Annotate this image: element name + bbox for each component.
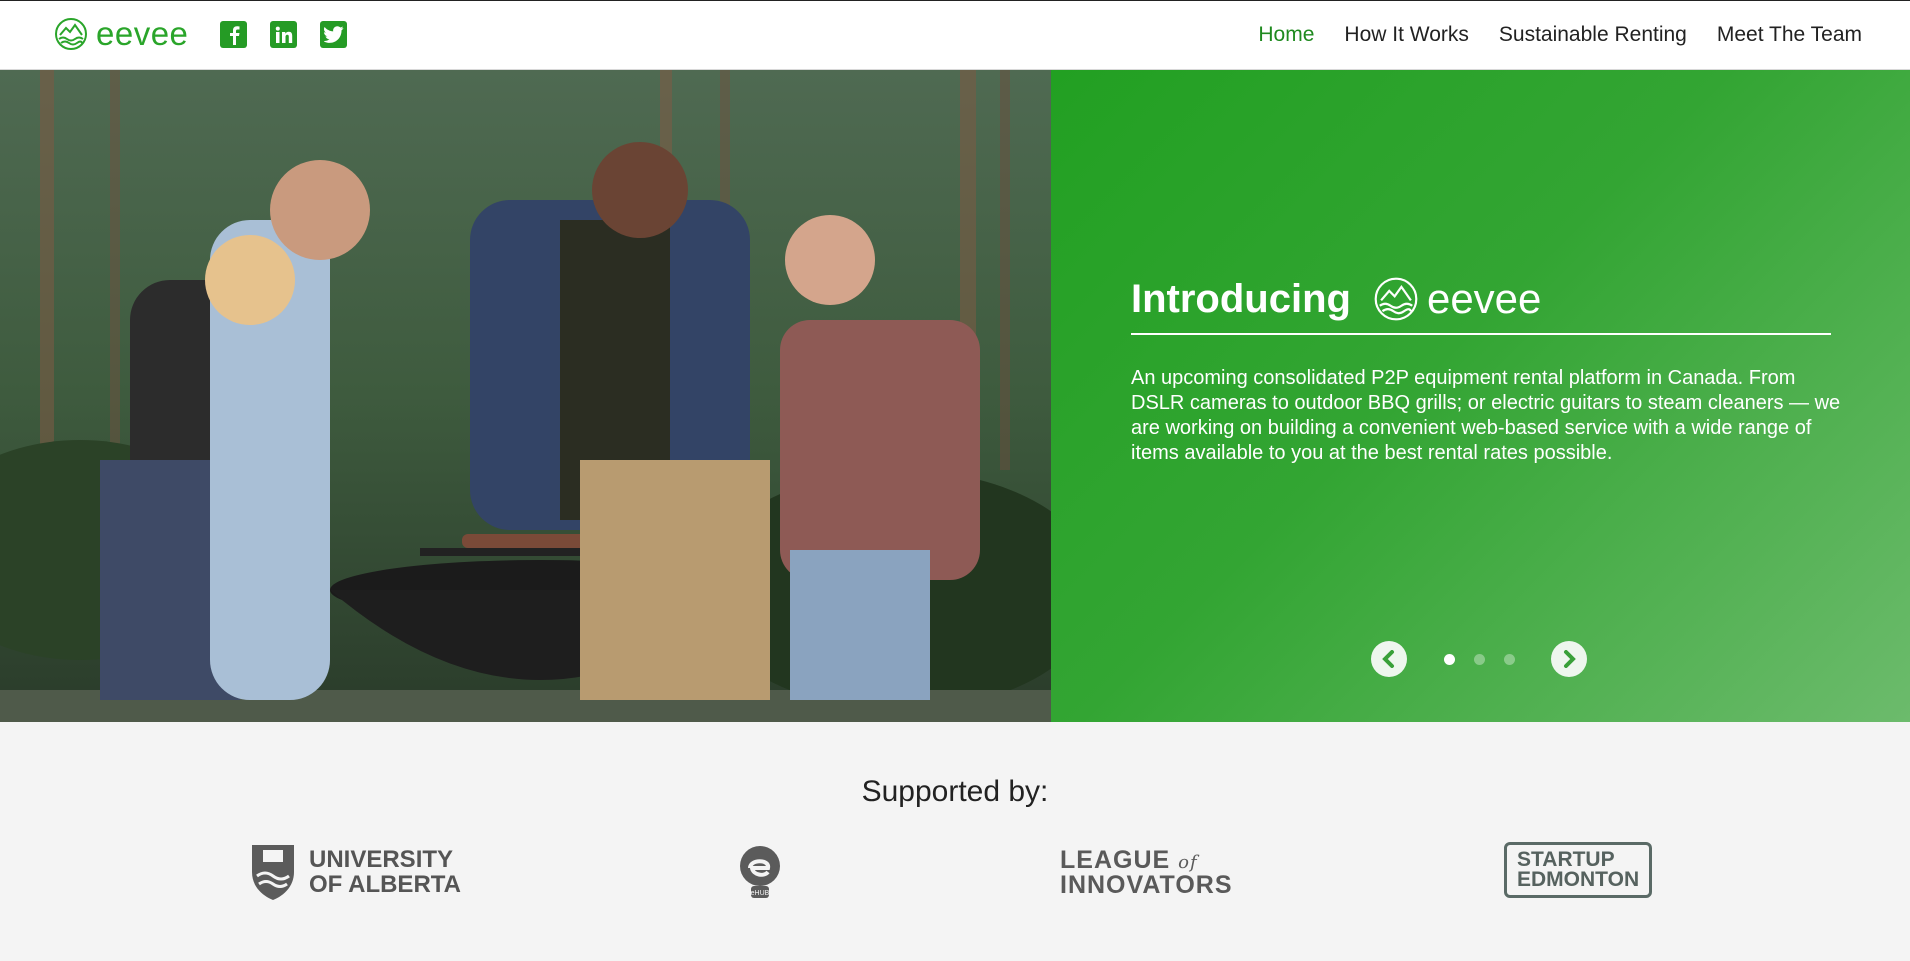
linkedin-icon[interactable] — [270, 21, 297, 48]
ua-line-1: UNIVERSITY — [309, 846, 454, 873]
startup-line-2: EDMONTON — [1517, 868, 1640, 891]
brand-logo[interactable]: eevee — [54, 15, 188, 53]
nav-how-it-works[interactable]: How It Works — [1344, 23, 1468, 47]
heading-divider — [1131, 333, 1831, 335]
main-nav: Home How It Works Sustainable Renting Me… — [1258, 23, 1862, 47]
carousel-dot-1[interactable] — [1444, 653, 1455, 665]
facebook-icon[interactable] — [220, 21, 247, 48]
carousel-dot-2[interactable] — [1474, 653, 1485, 665]
nav-home[interactable]: Home — [1258, 23, 1314, 47]
hero-carousel: Introducing eevee An upcoming consolidat… — [0, 70, 1910, 722]
shield-icon — [252, 845, 294, 900]
university-of-alberta-logo[interactable]: UNIVERSITY OF ALBERTA — [249, 842, 461, 902]
site-header: eevee Home How It Works Sustainable Rent… — [0, 1, 1910, 70]
startup-edmonton-logo[interactable]: STARTUP EDMONTON — [1504, 842, 1653, 898]
intro-logo: eevee — [1373, 275, 1541, 323]
social-links — [220, 21, 347, 48]
startup-line-1: STARTUP — [1517, 848, 1615, 871]
twitter-icon[interactable] — [320, 21, 347, 48]
carousel-controls — [1371, 641, 1587, 677]
league-line-1: LEAGUE — [1060, 846, 1171, 874]
ehub-icon: eHUB — [740, 846, 780, 898]
chevron-right-icon — [1564, 650, 1576, 668]
eevee-mountain-icon — [55, 18, 87, 50]
eevee-mountain-icon — [1374, 277, 1418, 321]
ua-wordmark: UNIVERSITY OF ALBERTA — [309, 847, 461, 897]
nav-sustainable-renting[interactable]: Sustainable Renting — [1499, 23, 1687, 47]
intro-title: Introducing — [1131, 276, 1351, 321]
startup-wordmark: STARTUP EDMONTON — [1504, 842, 1653, 898]
carousel-prev-button[interactable] — [1371, 641, 1407, 677]
chevron-left-icon — [1382, 650, 1394, 668]
intro-heading: Introducing eevee — [1131, 275, 1541, 323]
supported-heading: Supported by: — [861, 775, 1049, 808]
hero-description: An upcoming consolidated P2P equipment r… — [1131, 367, 1841, 464]
league-wordmark: LEAGUE of INNOVATORS — [1060, 846, 1233, 899]
league-of: of — [1178, 852, 1198, 873]
nav-meet-the-team[interactable]: Meet The Team — [1717, 23, 1862, 47]
hero-panel: Introducing eevee An upcoming consolidat… — [1051, 70, 1910, 722]
brand-name: eevee — [96, 15, 189, 52]
intro-brand: eevee — [1426, 275, 1542, 322]
league-of-innovators-logo[interactable]: LEAGUE of INNOVATORS — [1060, 846, 1233, 899]
supporter-logos: UNIVERSITY OF ALBERTA eHUB LEAGUE of INN… — [0, 840, 1910, 910]
hero-photo — [0, 70, 1051, 722]
carousel-dots — [1444, 653, 1515, 665]
carousel-dot-3[interactable] — [1504, 653, 1515, 665]
ua-line-2: OF ALBERTA — [309, 871, 461, 898]
league-line-2: INNOVATORS — [1060, 871, 1233, 899]
carousel-next-button[interactable] — [1551, 641, 1587, 677]
ehub-logo[interactable]: eHUB — [738, 844, 782, 900]
ehub-label: eHUB — [751, 890, 770, 897]
